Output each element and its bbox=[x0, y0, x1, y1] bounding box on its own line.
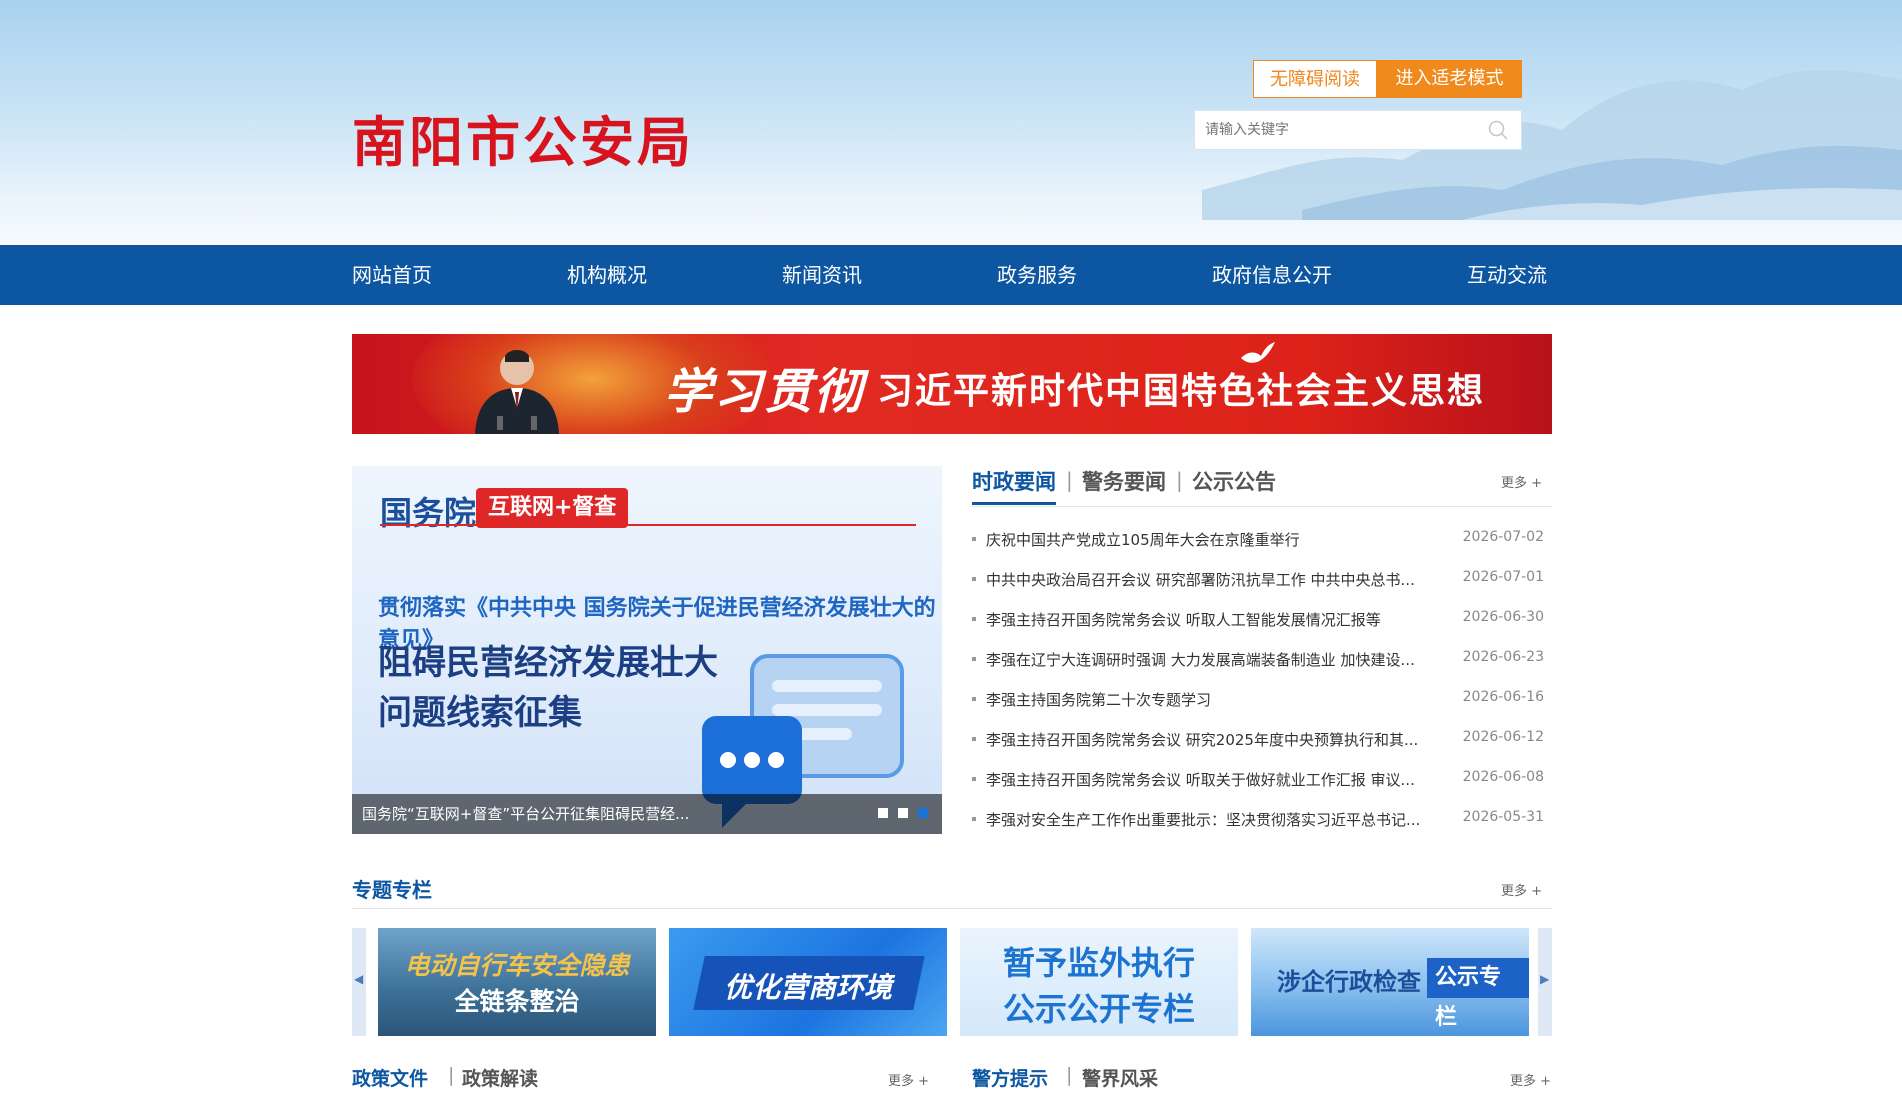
tab-separator: | bbox=[1066, 1064, 1073, 1086]
card-title: 优化营商环境 bbox=[723, 971, 892, 1004]
carousel-next-button[interactable]: ▶ bbox=[1538, 928, 1552, 1036]
slide-headline-line2: 问题线索征集 bbox=[378, 693, 582, 733]
news-date: 2026-06-16 bbox=[1462, 689, 1544, 705]
search-input[interactable] bbox=[1195, 111, 1487, 149]
tab-policy-docs[interactable]: 政策文件 bbox=[352, 1064, 428, 1094]
card-title: 电动自行车安全隐患 bbox=[404, 951, 630, 980]
slide-headline-line1: 阻碍民营经济发展壮大 bbox=[378, 643, 718, 683]
list-bullet bbox=[972, 777, 976, 781]
header-buttons: 无障碍阅读 进入适老模式 bbox=[1253, 60, 1522, 98]
special-columns-carousel: ◀ 电动自行车安全隐患 全链条整治 优化营商环境 暂予监外执行 公示公开专栏 涉… bbox=[352, 928, 1552, 1036]
banner-slogan: 习近平新时代中国特色社会主义思想 bbox=[877, 371, 1486, 412]
news-title[interactable]: 李强主持召开国务院常务会议 听取关于做好就业工作汇报 审议... bbox=[986, 769, 1448, 790]
list-bullet bbox=[972, 697, 976, 701]
slide-caption-bar: 国务院“互联网+督查”平台公开征集阻碍民营经... bbox=[352, 794, 942, 834]
news-date: 2026-05-31 bbox=[1462, 809, 1544, 825]
nav-item-services[interactable]: 政务服务 bbox=[997, 245, 1077, 305]
news-item[interactable]: 李强主持国务院第二十次专题学习 2026-06-16 bbox=[972, 680, 1552, 720]
card-subtitle: 公示公开专栏 bbox=[1002, 990, 1195, 1028]
news-title[interactable]: 中共中央政治局召开会议 研究部署防汛抗旱工作 中共中央总书... bbox=[986, 569, 1448, 590]
list-bullet bbox=[972, 737, 976, 741]
speaker-figure-image bbox=[475, 350, 559, 434]
news-item[interactable]: 中共中央政治局召开会议 研究部署防汛抗旱工作 中共中央总书... 2026-07… bbox=[972, 560, 1552, 600]
slide-dot-1[interactable] bbox=[878, 808, 888, 818]
theme-banner[interactable]: 学习贯彻 习近平新时代中国特色社会主义思想 bbox=[352, 334, 1552, 434]
site-header: 南阳市公安局 无障碍阅读 进入适老模式 bbox=[0, 0, 1902, 245]
news-title[interactable]: 李强在辽宁大连调研时强调 大力发展高端装备制造业 加快建设... bbox=[986, 649, 1448, 670]
tab-police-news[interactable]: 警务要闻 bbox=[1082, 466, 1166, 496]
tab-police-style[interactable]: 警界风采 bbox=[1082, 1064, 1158, 1094]
list-bullet bbox=[972, 577, 976, 581]
list-bullet bbox=[972, 657, 976, 661]
slide-brand: 国务院 bbox=[380, 494, 477, 532]
list-bullet bbox=[972, 537, 976, 541]
tab-separator: | bbox=[1176, 468, 1183, 492]
tab-police-tips[interactable]: 警方提示 bbox=[972, 1064, 1048, 1094]
card-subtitle: 全链条整治 bbox=[454, 987, 580, 1016]
news-item[interactable]: 庆祝中国共产党成立105周年大会在京隆重举行 2026-07-02 bbox=[972, 520, 1552, 560]
card-title: 涉企行政检查 bbox=[1277, 968, 1421, 996]
list-bullet bbox=[972, 617, 976, 621]
elder-mode-button[interactable]: 进入适老模式 bbox=[1377, 60, 1522, 98]
list-bullet bbox=[972, 817, 976, 821]
news-title[interactable]: 李强对安全生产工作作出重要批示：坚决贯彻落实习近平总书记... bbox=[986, 809, 1448, 830]
news-date: 2026-06-08 bbox=[1462, 769, 1544, 785]
slide-headline: 阻碍民营经济发展壮大 问题线索征集 bbox=[378, 638, 718, 738]
chevron-right-icon: ▶ bbox=[1540, 972, 1550, 986]
card-subtitle: 公示专栏 bbox=[1427, 958, 1529, 1030]
tab-politics-news[interactable]: 时政要闻 bbox=[972, 466, 1056, 505]
tab-announcements[interactable]: 公示公告 bbox=[1192, 466, 1276, 496]
news-date: 2026-06-12 bbox=[1462, 729, 1544, 745]
nav-item-interaction[interactable]: 互动交流 bbox=[1467, 245, 1547, 305]
news-more-link[interactable]: 更多 + bbox=[1501, 472, 1542, 491]
news-item[interactable]: 李强在辽宁大连调研时强调 大力发展高端装备制造业 加快建设... 2026-06… bbox=[972, 640, 1552, 680]
news-item[interactable]: 李强主持召开国务院常务会议 听取人工智能发展情况汇报等 2026-06-30 bbox=[972, 600, 1552, 640]
slide-dot-3[interactable] bbox=[918, 808, 928, 818]
news-item[interactable]: 李强对安全生产工作作出重要批示：坚决贯彻落实习近平总书记... 2026-05-… bbox=[972, 800, 1552, 840]
slide-tag: 互联网+督查 bbox=[476, 488, 629, 528]
nav-item-news[interactable]: 新闻资讯 bbox=[782, 245, 862, 305]
news-date: 2026-07-02 bbox=[1462, 529, 1544, 545]
main-nav: 网站首页 机构概况 新闻资讯 政务服务 政府信息公开 互动交流 bbox=[0, 245, 1902, 305]
banner-calligraphy: 学习贯彻 bbox=[664, 364, 865, 420]
news-title[interactable]: 李强主持召开国务院常务会议 听取人工智能发展情况汇报等 bbox=[986, 609, 1448, 630]
special-card-business-env[interactable]: 优化营商环境 bbox=[669, 928, 947, 1036]
news-item[interactable]: 李强主持召开国务院常务会议 听取关于做好就业工作汇报 审议... 2026-06… bbox=[972, 760, 1552, 800]
news-title[interactable]: 李强主持召开国务院常务会议 研究2025年度中央预算执行和其... bbox=[986, 729, 1448, 750]
special-card-inspection[interactable]: 涉企行政检查 公示专栏 bbox=[1251, 928, 1529, 1036]
tab-separator: | bbox=[1066, 468, 1073, 492]
news-list: 庆祝中国共产党成立105周年大会在京隆重举行 2026-07-02 中共中央政治… bbox=[972, 520, 1552, 840]
special-columns-title: 专题专栏 bbox=[352, 878, 432, 902]
news-title[interactable]: 庆祝中国共产党成立105周年大会在京隆重举行 bbox=[986, 529, 1448, 550]
tab-separator: | bbox=[448, 1064, 455, 1086]
news-date: 2026-06-23 bbox=[1462, 649, 1544, 665]
nav-item-gov-info[interactable]: 政府信息公开 bbox=[1212, 245, 1332, 305]
dove-icon bbox=[1241, 342, 1275, 363]
tab-policy-interpretation[interactable]: 政策解读 bbox=[462, 1064, 538, 1094]
nav-item-home[interactable]: 网站首页 bbox=[352, 245, 432, 305]
special-card-parole[interactable]: 暂予监外执行 公示公开专栏 bbox=[960, 928, 1238, 1036]
special-columns-header: 专题专栏 更多 + bbox=[352, 872, 1552, 909]
news-date: 2026-07-01 bbox=[1462, 569, 1544, 585]
slide-caption[interactable]: 国务院“互联网+督查”平台公开征集阻碍民营经... bbox=[362, 794, 689, 834]
search-icon[interactable] bbox=[1487, 119, 1509, 141]
special-more-link[interactable]: 更多 + bbox=[1501, 880, 1542, 899]
news-tabs: 时政要闻 | 警务要闻 | 公示公告 更多 + bbox=[972, 462, 1552, 507]
site-title[interactable]: 南阳市公安局 bbox=[352, 98, 694, 177]
news-item[interactable]: 李强主持召开国务院常务会议 研究2025年度中央预算执行和其... 2026-0… bbox=[972, 720, 1552, 760]
slide-divider bbox=[380, 524, 916, 526]
image-slideshow[interactable]: 国务院 互联网+督查 贯彻落实《中共中央 国务院关于促进民营经济发展壮大的意见》… bbox=[352, 466, 942, 834]
special-card-ebike[interactable]: 电动自行车安全隐患 全链条整治 bbox=[378, 928, 656, 1036]
card-title: 暂予监外执行 bbox=[1002, 944, 1195, 982]
carousel-prev-button[interactable]: ◀ bbox=[352, 928, 366, 1036]
news-title[interactable]: 李强主持国务院第二十次专题学习 bbox=[986, 689, 1448, 710]
chevron-left-icon: ◀ bbox=[354, 972, 364, 986]
search-box bbox=[1194, 110, 1522, 150]
accessibility-button[interactable]: 无障碍阅读 bbox=[1253, 60, 1377, 98]
slide-dots bbox=[878, 808, 928, 818]
nav-item-organization[interactable]: 机构概况 bbox=[567, 245, 647, 305]
slide-dot-2[interactable] bbox=[898, 808, 908, 818]
news-date: 2026-06-30 bbox=[1462, 609, 1544, 625]
